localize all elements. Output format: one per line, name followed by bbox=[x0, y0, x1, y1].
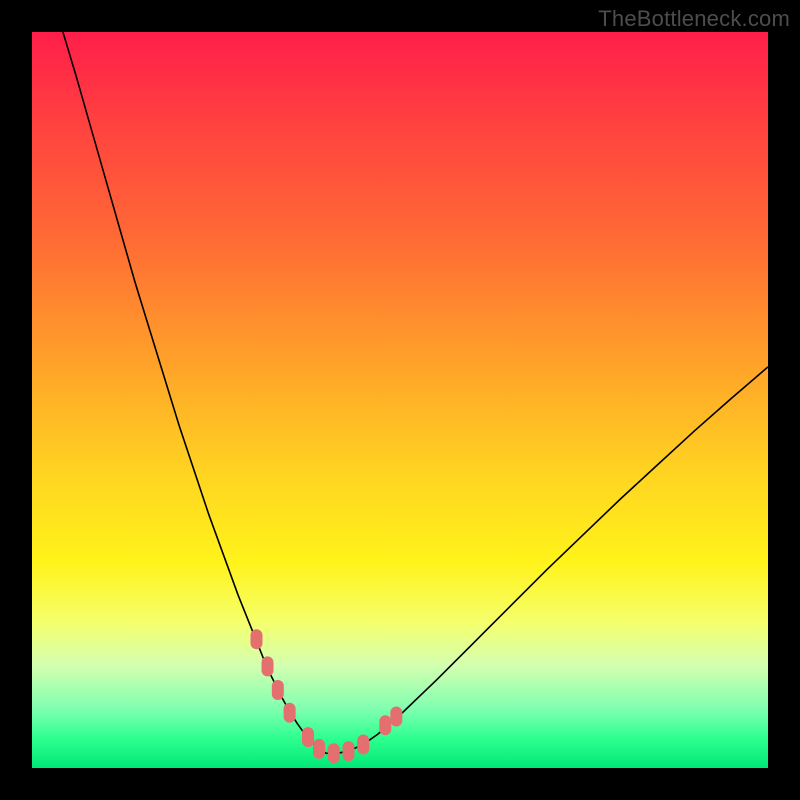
marker-group bbox=[250, 629, 402, 763]
bottleneck-curve bbox=[63, 32, 768, 753]
marker-right-upper bbox=[390, 706, 402, 726]
brand-watermark: TheBottleneck.com bbox=[598, 6, 790, 32]
marker-bottom-center-3 bbox=[342, 741, 354, 761]
marker-left-cluster-top bbox=[250, 629, 262, 649]
marker-right-lower bbox=[379, 715, 391, 735]
marker-bottom-center-1 bbox=[313, 739, 325, 759]
chart-frame: TheBottleneck.com bbox=[0, 0, 800, 800]
chart-svg bbox=[32, 32, 768, 768]
marker-left-cluster-upper bbox=[262, 656, 274, 676]
marker-left-cluster-mid bbox=[272, 680, 284, 700]
plot-area bbox=[32, 32, 768, 768]
marker-bottom-right bbox=[357, 734, 369, 754]
marker-left-cluster-lower bbox=[284, 703, 296, 723]
marker-bottom-left bbox=[302, 727, 314, 747]
marker-bottom-center-2 bbox=[328, 743, 340, 763]
